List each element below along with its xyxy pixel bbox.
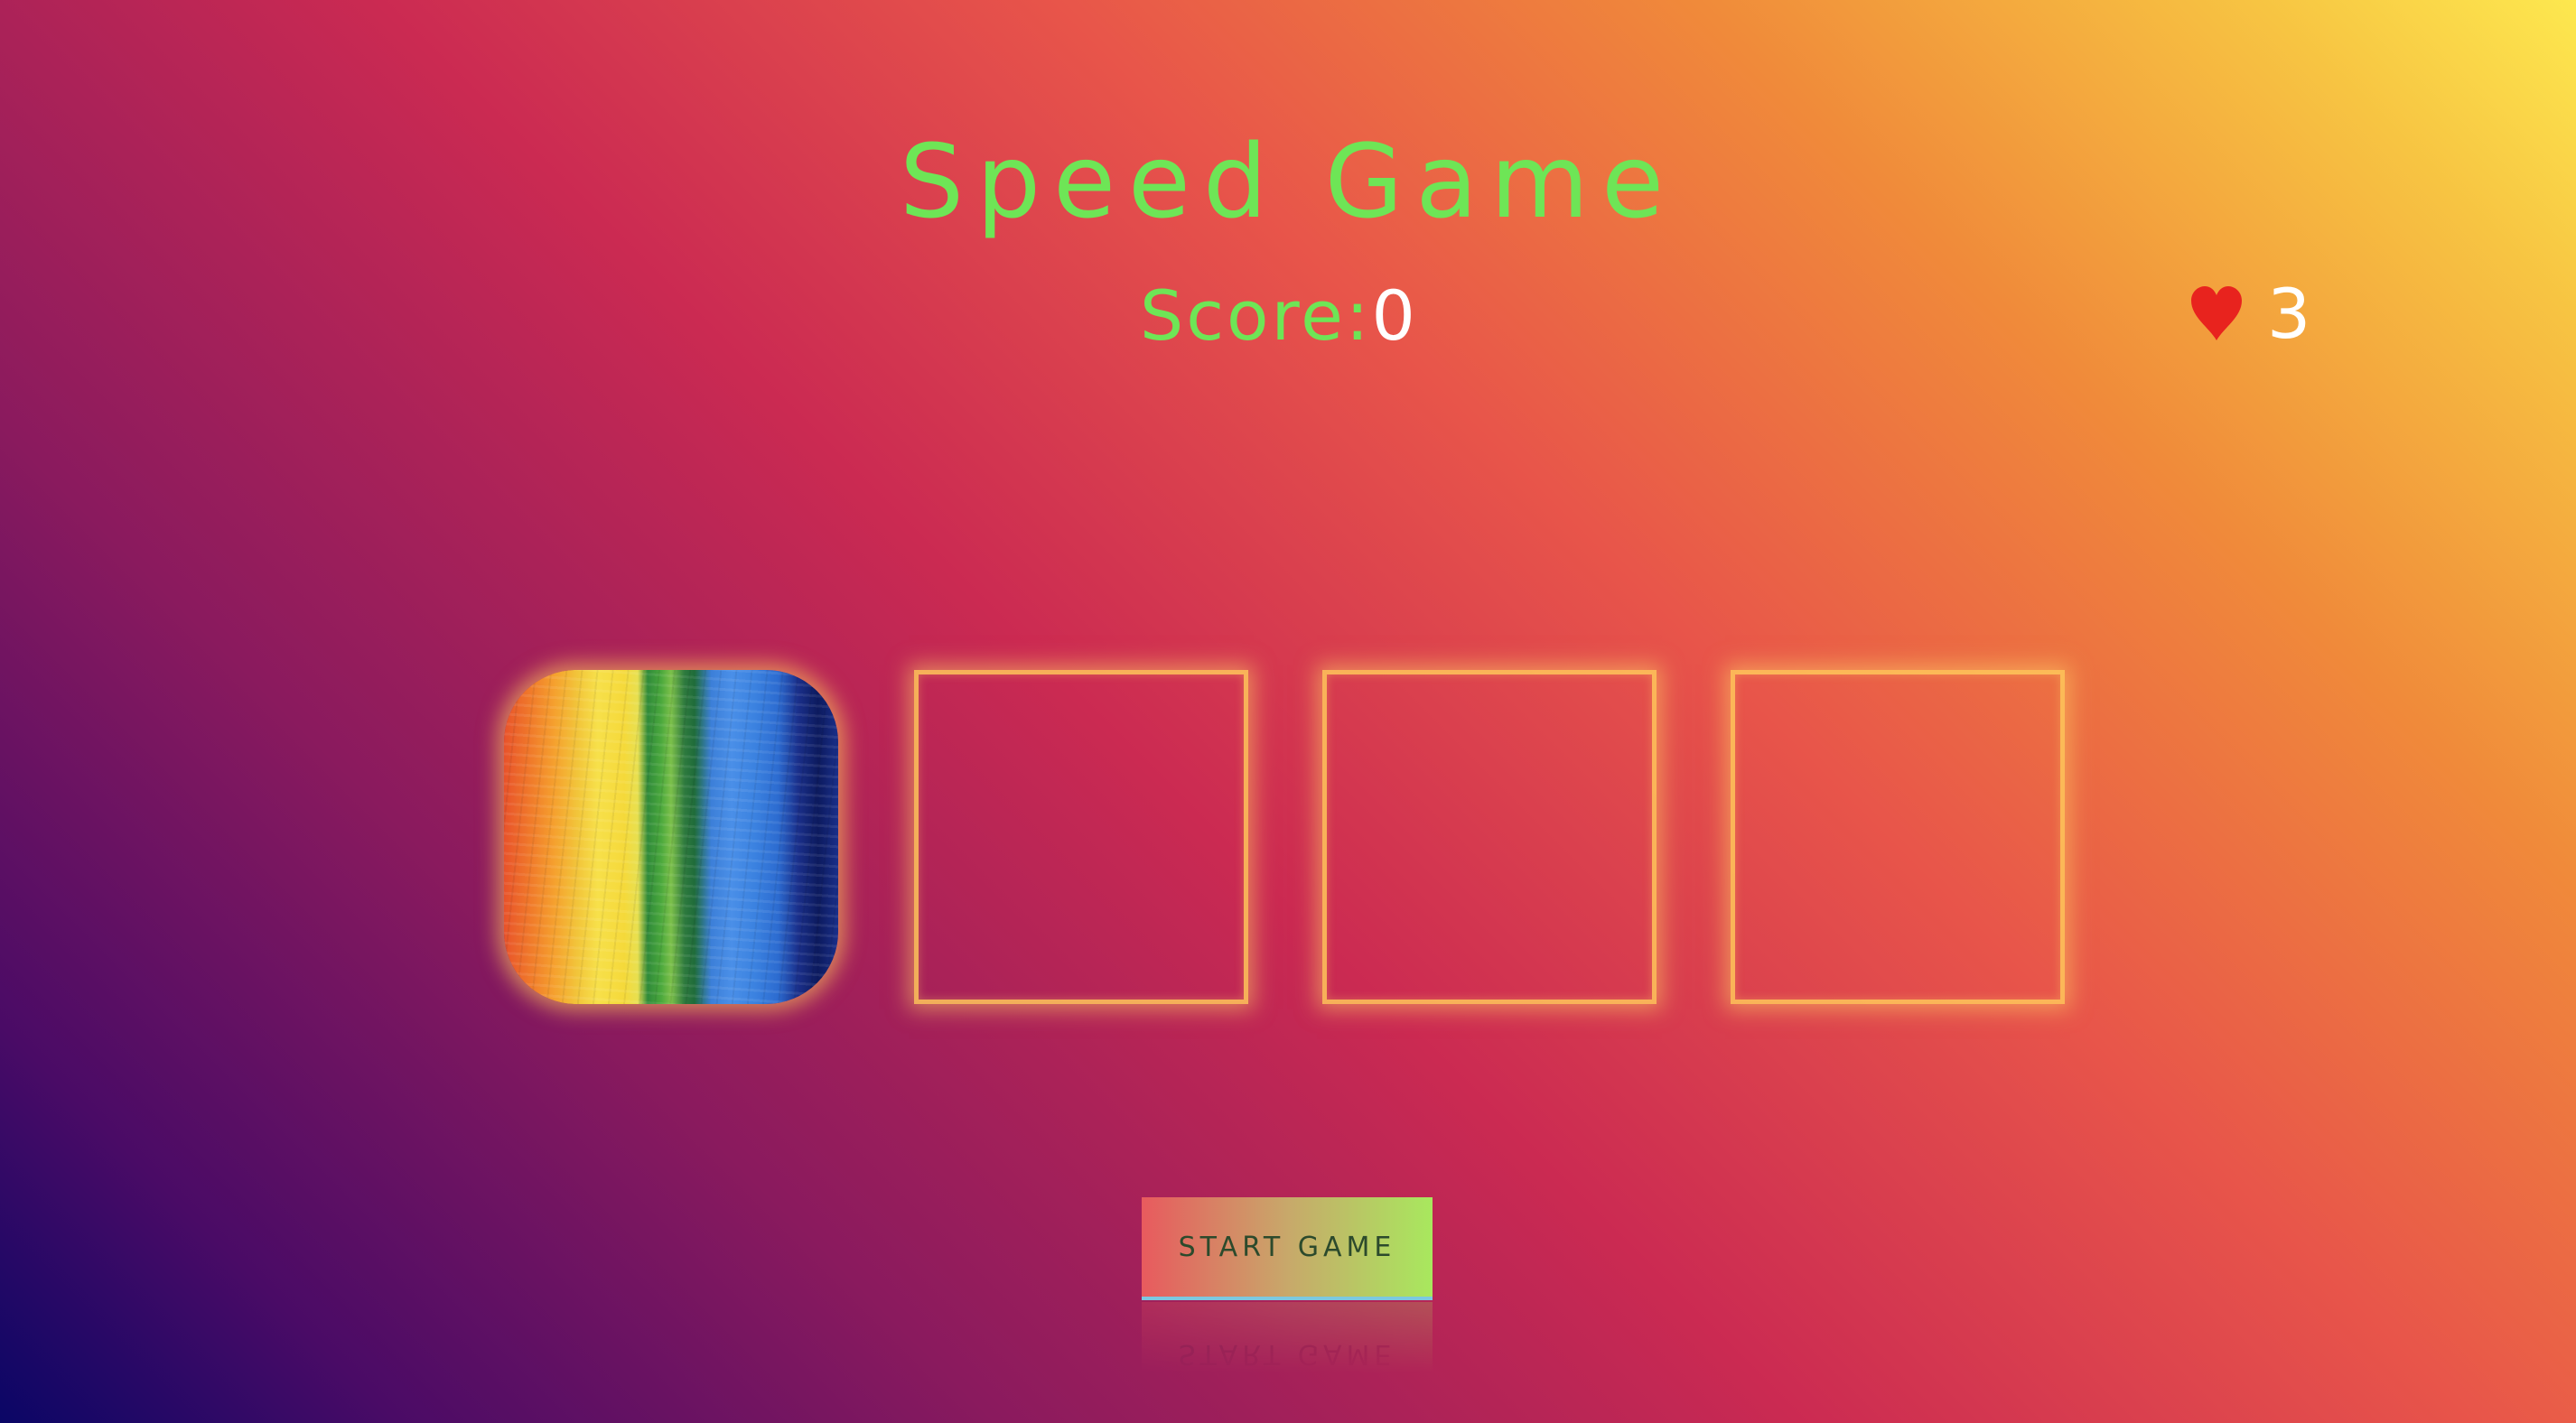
start-area: START GAME START GAME — [1142, 1197, 1433, 1405]
lives-count: 3 — [2267, 274, 2311, 354]
score-label: Score: — [1140, 275, 1372, 356]
circle-1[interactable] — [504, 670, 838, 1004]
start-game-button[interactable]: START GAME — [1142, 1197, 1433, 1300]
heart-icon — [2191, 286, 2242, 340]
circle-2[interactable] — [914, 670, 1248, 1004]
game-title: Speed Game — [899, 124, 1677, 242]
start-button-reflection: START GAME — [1142, 1302, 1433, 1405]
circle-3[interactable] — [1322, 670, 1657, 1004]
score-value: 0 — [1371, 275, 1418, 356]
circle-4[interactable] — [1731, 670, 2065, 1004]
lives-display: 3 — [2189, 269, 2310, 359]
score-display: Score:0 — [1140, 271, 1418, 361]
paint-texture — [504, 670, 838, 1004]
